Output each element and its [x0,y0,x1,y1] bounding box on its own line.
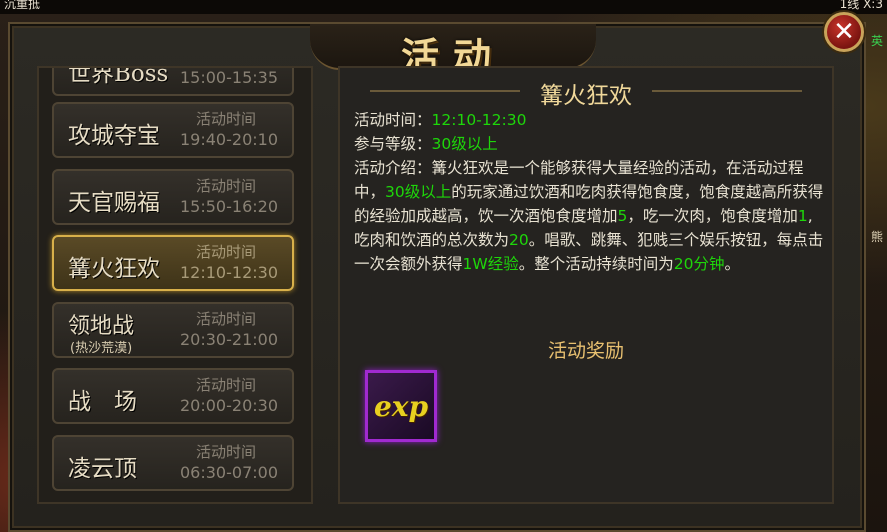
detail-body: 活动时间：12:10-12:30 参与等级：30级以上 活动介绍：篝火狂欢是一个… [354,108,824,276]
activity-time-label: 活动时间 [196,177,257,195]
activity-time-label: 活动时间 [196,376,257,394]
activity-list[interactable]: 世界Boss 15:00-15:35 攻城夺宝 活动时间 19:40-20:10… [37,66,313,504]
activity-item-heaven-blessing[interactable]: 天官赐福 活动时间 15:50-16:20 [52,169,294,225]
activity-time: 20:30-21:00 [180,330,278,349]
top-hud-bar: 沉重抵 1线 X:3 [0,0,887,14]
detail-header: 篝火狂欢 [340,74,832,109]
activity-item-bonfire-selected[interactable]: 篝火狂欢 活动时间 12:10-12:30 [52,235,294,291]
activity-time: 15:50-16:20 [180,197,278,216]
activity-item-battlefield[interactable]: 战 场 活动时间 20:00-20:30 [52,368,294,424]
side-fragment-right-a: 英 [871,34,884,48]
activity-time-label: 活动时间 [196,443,257,461]
close-button[interactable]: ✕ [824,12,864,52]
activity-name: 凌云顶 [68,456,137,482]
close-x-icon: ✕ [833,17,855,47]
activity-time: 20:00-20:30 [180,396,278,415]
title-plate: 活动 [310,24,596,79]
activity-name: 战 场 [68,389,137,415]
activity-item-territory-war[interactable]: 领地战 (热沙荒漠) 活动时间 20:30-21:00 [52,302,294,358]
activity-name: 领地战 [68,314,135,339]
ornament-left [370,90,520,92]
activity-time: 15:00-15:35 [180,68,278,87]
activity-time: 06:30-07:00 [180,463,278,482]
exp-icon: exp [373,389,429,423]
activity-name: 世界Boss [68,66,169,87]
activity-time: 19:40-20:10 [180,130,278,149]
activity-item-siege-treasure[interactable]: 攻城夺宝 活动时间 19:40-20:10 [52,102,294,158]
activity-time: 12:10-12:30 [180,263,278,282]
activity-detail-panel: 篝火狂欢 活动时间：12:10-12:30 参与等级：30级以上 活动介绍：篝火… [338,66,834,504]
activity-name: 攻城夺宝 [68,123,160,149]
activity-name: 天官赐福 [68,190,160,216]
activity-item-lingyun-peak[interactable]: 凌云顶 活动时间 06:30-07:00 [52,435,294,491]
detail-level-row: 参与等级：30级以上 [354,135,498,153]
side-fragment-right-b: 熊 [871,230,884,244]
activity-subtitle: (热沙荒漠) [70,341,133,356]
activity-item-world-boss[interactable]: 世界Boss 15:00-15:35 [52,66,294,96]
detail-title: 篝火狂欢 [540,83,632,109]
reward-title: 活动奖励 [547,340,624,362]
hud-right-text: 1线 X:3 [839,0,883,11]
activity-time-label: 活动时间 [196,243,257,261]
activity-time-label: 活动时间 [196,110,257,128]
activity-time-label: 活动时间 [196,310,257,328]
detail-intro: 活动介绍：篝火狂欢是一个能够获得大量经验的活动，在活动过程中，30级以上的玩家通… [354,159,824,273]
ornament-right [652,90,802,92]
hud-left-text: 沉重抵 [4,0,41,11]
reward-exp-item[interactable]: exp [365,370,437,442]
activity-name: 篝火狂欢 [68,256,160,282]
detail-time-row: 活动时间：12:10-12:30 [354,111,527,129]
